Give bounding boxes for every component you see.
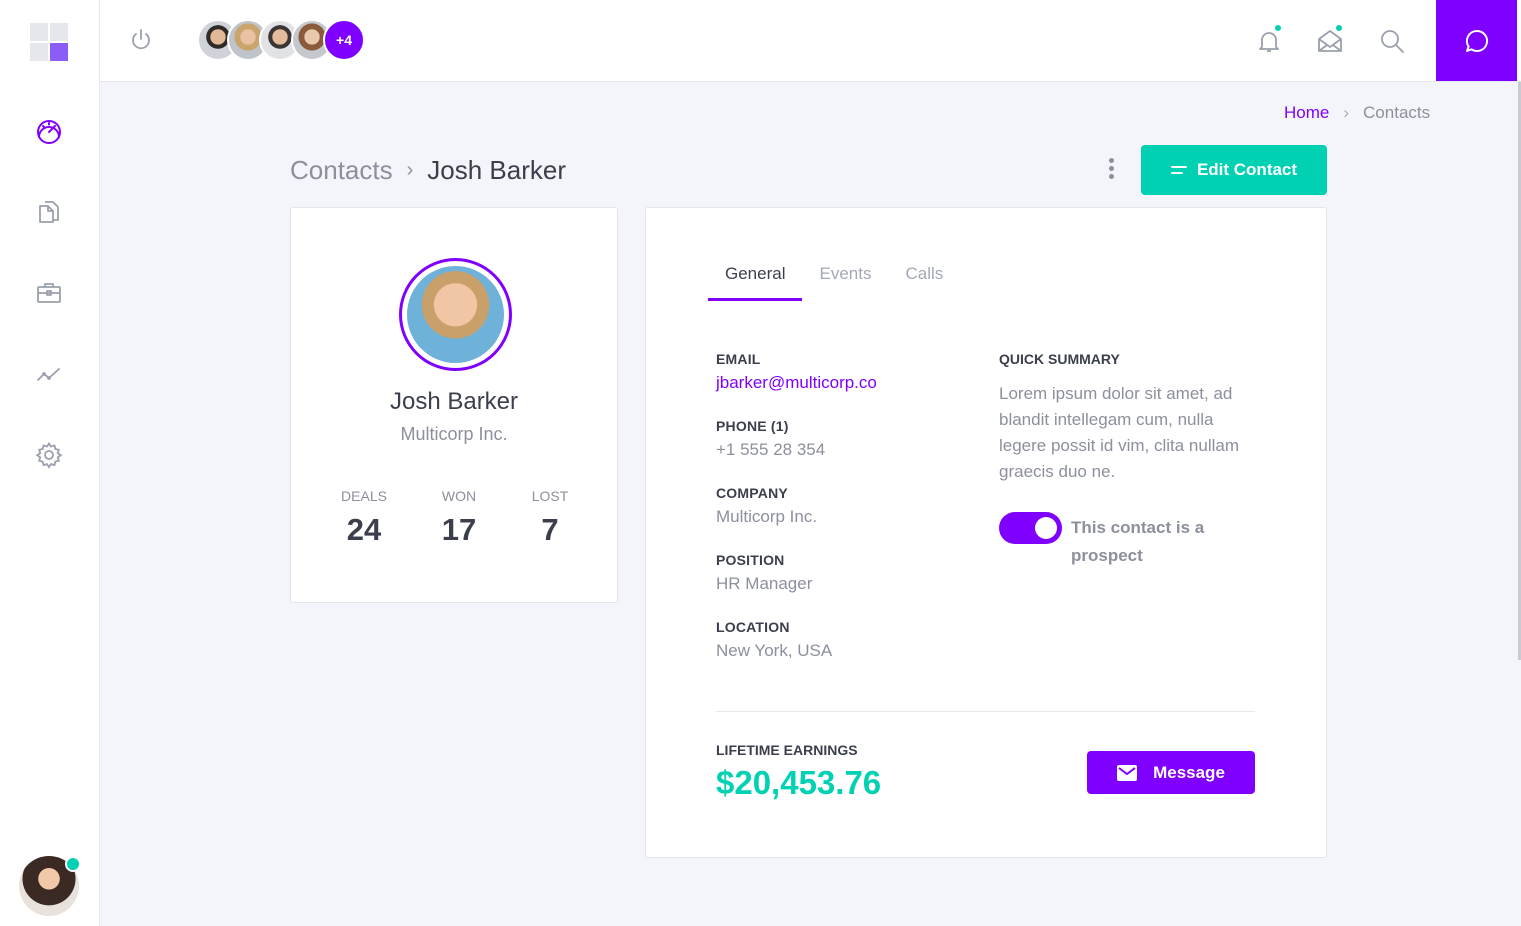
stat-value: 24: [346, 512, 382, 547]
stat-value: 7: [541, 512, 559, 547]
sidebar-item-analytics[interactable]: [33, 358, 65, 390]
prospect-toggle[interactable]: [999, 512, 1062, 544]
sidebar-item-settings[interactable]: [33, 439, 65, 471]
chat-icon: [1465, 29, 1488, 52]
envelope-icon: [1117, 764, 1138, 781]
stat-label: DEALS: [341, 488, 387, 504]
message-button[interactable]: Message: [1087, 751, 1255, 794]
company-field: COMPANY Multicorp Inc.: [716, 485, 817, 527]
position-field: POSITION HR Manager: [716, 552, 812, 594]
notification-dot: [1273, 23, 1283, 33]
stat-won: WON 17: [419, 488, 499, 548]
power-icon: [132, 29, 150, 50]
online-status-dot: [65, 856, 81, 872]
stat-deals: DEALS 24: [324, 488, 404, 548]
dashboard-gauge-icon: [37, 120, 61, 144]
user-avatar[interactable]: [19, 856, 81, 916]
profile-card: Josh Barker Multicorp Inc. DEALS 24 WON …: [290, 207, 618, 603]
edit-lines-icon: [1170, 166, 1187, 174]
stat-label: LOST: [531, 488, 569, 504]
edit-contact-button[interactable]: Edit Contact: [1141, 145, 1327, 195]
notifications-button[interactable]: [1255, 23, 1283, 55]
chevron-right-icon: ›: [406, 159, 414, 181]
summary-text: Lorem ipsum dolor sit amet, ad blandit i…: [999, 384, 1239, 481]
sidebar-item-dashboard[interactable]: [33, 115, 65, 147]
prospect-toggle-label: This contact is a prospect: [1071, 518, 1205, 565]
message-label: Message: [1153, 762, 1225, 782]
power-button[interactable]: [128, 27, 154, 53]
summary-label: QUICK SUMMARY: [999, 351, 1120, 367]
stat-lost: LOST 7: [510, 488, 590, 548]
trend-chart-icon: [37, 368, 60, 381]
lifetime-earnings-value: $20,453.76: [716, 764, 882, 801]
page-title: Contacts › Josh Barker: [290, 155, 566, 186]
gear-icon: [35, 441, 63, 469]
field-label: PHONE (1): [716, 418, 789, 434]
quick-summary: QUICK SUMMARY Lorem ipsum dolor sit amet…: [999, 351, 1259, 485]
contact-company: Multicorp Inc.: [400, 424, 508, 444]
topbar: +4: [100, 0, 1521, 82]
breadcrumb: Home › Contacts: [1284, 103, 1430, 123]
contact-details-card: General Events Calls EMAIL jbarker@multi…: [645, 207, 1327, 858]
email-field: EMAIL jbarker@multicorp.co: [716, 351, 877, 393]
page-title-parent-link[interactable]: Contacts: [290, 155, 393, 186]
location-field: LOCATION New York, USA: [716, 619, 832, 661]
email-link[interactable]: jbarker@multicorp.co: [716, 373, 877, 393]
phone-field: PHONE (1) +1 555 28 354: [716, 418, 825, 460]
app-logo[interactable]: [30, 23, 68, 61]
field-value: HR Manager: [716, 574, 813, 593]
stat-value: 17: [441, 512, 477, 547]
field-label: POSITION: [716, 552, 785, 568]
documents-icon: [39, 201, 59, 223]
detail-tabs: General Events Calls: [708, 264, 960, 301]
chevron-right-icon: ›: [1343, 103, 1350, 122]
chat-button[interactable]: [1436, 0, 1517, 81]
messages-button[interactable]: [1316, 23, 1344, 55]
tab-general[interactable]: General: [708, 264, 803, 301]
search-icon: [1381, 30, 1404, 53]
sidebar-item-documents[interactable]: [33, 196, 65, 228]
edit-contact-label: Edit Contact: [1196, 160, 1298, 179]
field-value: +1 555 28 354: [716, 440, 826, 459]
field-value: Multicorp Inc.: [716, 507, 818, 526]
tab-events[interactable]: Events: [802, 264, 888, 301]
breadcrumb-home-link[interactable]: Home: [1284, 103, 1329, 123]
sidebar-item-projects[interactable]: [33, 277, 65, 309]
page-title-current: Josh Barker: [427, 155, 567, 185]
field-label: EMAIL: [716, 351, 761, 367]
message-dot: [1334, 23, 1344, 33]
briefcase-icon: [37, 283, 61, 303]
contact-name: Josh Barker: [389, 388, 519, 415]
more-options-button[interactable]: [1105, 158, 1117, 184]
tab-calls[interactable]: Calls: [888, 264, 960, 301]
field-value: New York, USA: [716, 641, 833, 660]
contact-avatar: [399, 258, 512, 371]
stat-label: WON: [441, 488, 477, 504]
field-label: LOCATION: [716, 619, 790, 635]
sidebar: [0, 0, 100, 926]
lifetime-earnings-label: LIFETIME EARNINGS: [716, 742, 858, 758]
search-button[interactable]: [1378, 27, 1406, 55]
divider: [716, 711, 1255, 712]
field-label: COMPANY: [716, 485, 788, 501]
breadcrumb-current: Contacts: [1363, 103, 1431, 122]
more-team-badge[interactable]: +4: [323, 19, 365, 61]
